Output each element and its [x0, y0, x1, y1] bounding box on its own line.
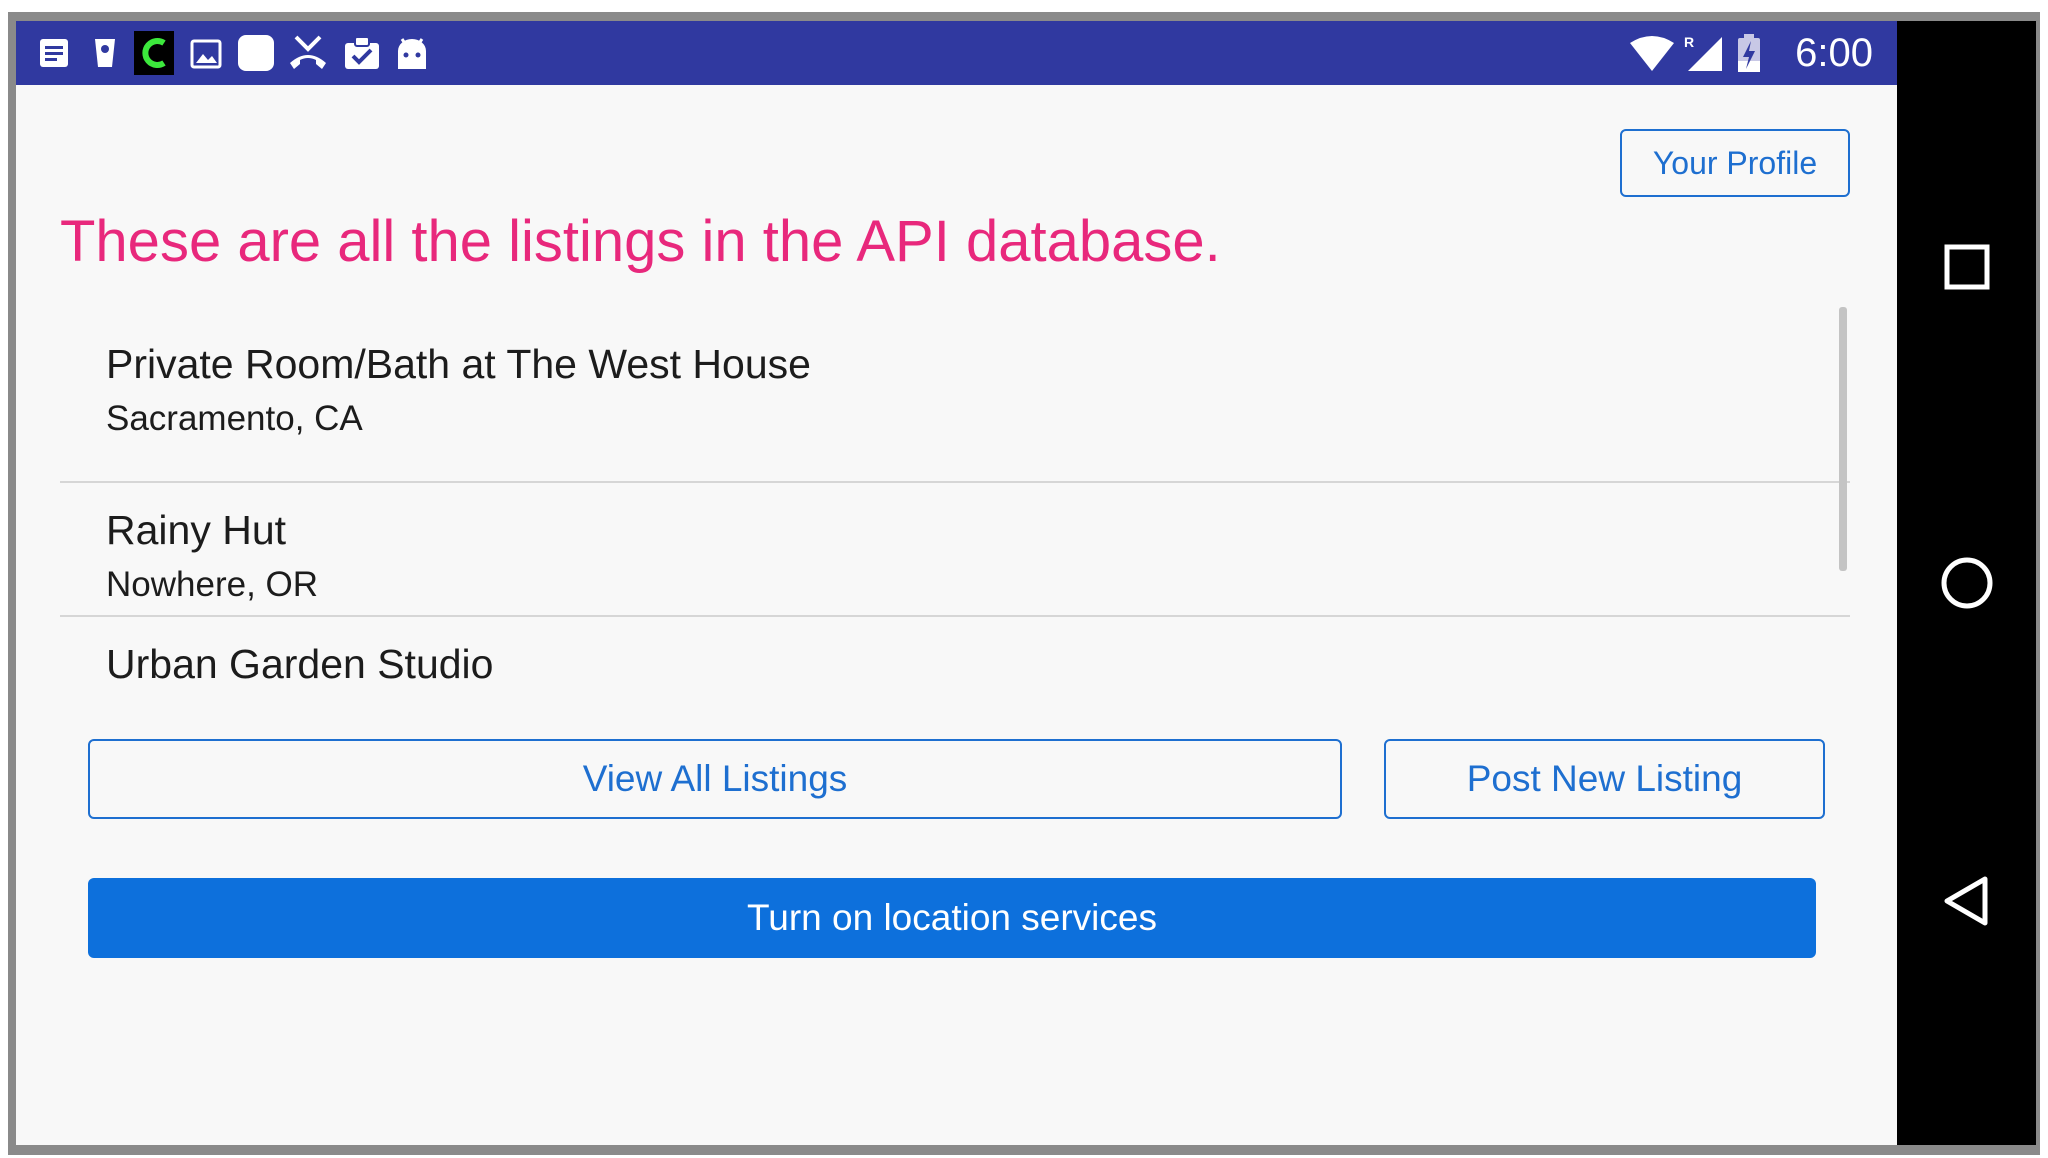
listing-location: Nowhere, OR	[106, 565, 319, 604]
app-screen: R 6:00 Your Profile These are all the li…	[16, 21, 1897, 1145]
listing-title: Private Room/Bath at The West House	[106, 341, 811, 387]
turn-on-location-services-button[interactable]: Turn on location services	[88, 878, 1816, 958]
battery-charging-icon	[1738, 34, 1760, 72]
home-circle-icon[interactable]	[1937, 553, 1997, 613]
listing-title: Rainy Hut	[106, 507, 287, 553]
navigation-bar	[1897, 21, 2036, 1145]
c-app-icon	[134, 31, 174, 75]
listing-item[interactable]: Rainy Hut Nowhere, OR	[60, 483, 1850, 617]
post-new-listing-button[interactable]: Post New Listing	[1384, 739, 1825, 819]
roaming-signal-icon: R	[1684, 34, 1722, 71]
image-icon	[190, 39, 222, 69]
your-profile-button[interactable]: Your Profile	[1620, 129, 1850, 197]
listing-title: Urban Garden Studio	[106, 641, 494, 687]
notes-icon	[40, 39, 68, 67]
listing-item[interactable]: Urban Garden Studio	[60, 617, 1850, 743]
android-icon	[398, 38, 426, 69]
wifi-icon	[1630, 36, 1674, 71]
clipboard-check-icon	[345, 36, 379, 69]
status-clock: 6:00	[1795, 31, 1873, 75]
listing-item[interactable]: Private Room/Bath at The West House Sacr…	[60, 307, 1850, 483]
recents-square-icon[interactable]	[1937, 237, 1997, 297]
status-bar: R 6:00	[16, 21, 1897, 85]
listing-location: Sacramento, CA	[106, 399, 363, 438]
missed-call-icon	[290, 35, 326, 69]
cup-icon	[95, 39, 115, 67]
view-all-listings-button[interactable]: View All Listings	[88, 739, 1342, 819]
svg-text:R: R	[1684, 34, 1694, 50]
listings-list[interactable]: Private Room/Bath at The West House Sacr…	[60, 307, 1850, 743]
page-heading: These are all the listings in the API da…	[60, 209, 1221, 274]
back-triangle-icon[interactable]	[1937, 871, 1997, 931]
chat-bubble-icon	[238, 35, 274, 71]
list-scrollbar[interactable]	[1839, 307, 1847, 571]
